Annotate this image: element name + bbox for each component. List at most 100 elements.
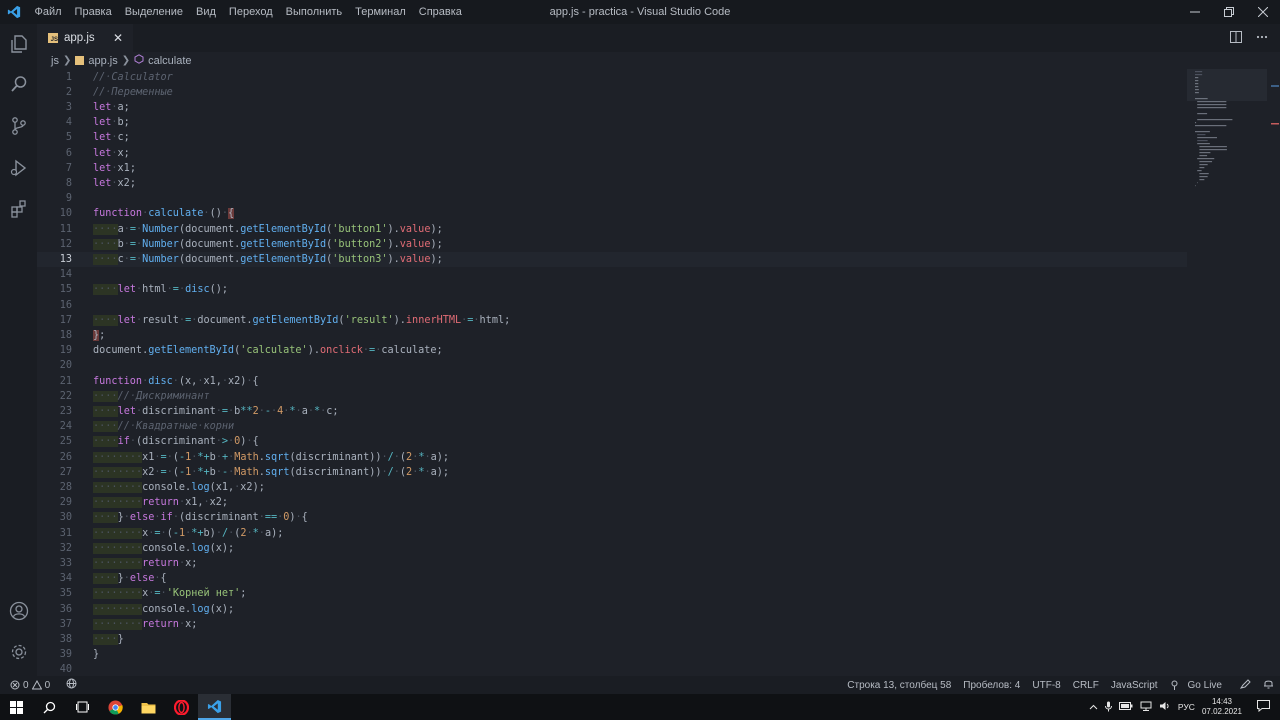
breadcrumb-symbol[interactable]: calculate	[148, 55, 191, 67]
menu-help[interactable]: Справка	[412, 6, 468, 18]
menu-view[interactable]: Вид	[190, 6, 223, 18]
explorer-icon[interactable]	[0, 24, 37, 64]
menu-file[interactable]: Файл	[28, 6, 68, 18]
settings-gear-icon[interactable]	[0, 632, 37, 672]
code-line[interactable]: 11 ····a·=·Number(document.getElementById…	[37, 222, 1187, 237]
code-line[interactable]: 1 //·Calculator	[37, 70, 1187, 85]
breadcrumb-folder[interactable]: js	[51, 55, 59, 67]
code-line[interactable]: 35 ········x·=·'Корней нет';	[37, 586, 1187, 601]
indentation[interactable]: Пробелов: 4	[957, 680, 1026, 691]
code-line[interactable]: 23 ····let·discriminant·=·b**2·-·4·*·a·*·…	[37, 404, 1187, 419]
code-line[interactable]: 8 let·x2;	[37, 176, 1187, 191]
code-line[interactable]: 9	[37, 191, 1187, 206]
source-control-icon[interactable]	[0, 106, 37, 146]
menu-run[interactable]: Выполнить	[279, 6, 348, 18]
code-line[interactable]: 33 ········return·x;	[37, 556, 1187, 571]
menu-go[interactable]: Переход	[222, 6, 279, 18]
code-line[interactable]: 34 ····}·else·{	[37, 571, 1187, 586]
code-text: ····}·else·{	[93, 573, 167, 585]
code-line[interactable]: 39}	[37, 647, 1187, 662]
code-line[interactable]: 30 ····}·else·if·(discriminant·==·0)·{	[37, 510, 1187, 525]
code-line[interactable]: 19 document.getElementById('calculate').o…	[37, 343, 1187, 358]
volume-icon[interactable]	[1159, 701, 1171, 713]
code-line[interactable]: 7 let·x1;	[37, 161, 1187, 176]
restore-button[interactable]	[1212, 0, 1246, 24]
code-line[interactable]: 13 ····c·=·Number(document.getElementById…	[37, 251, 1187, 268]
code-line[interactable]: 20	[37, 358, 1187, 373]
search-icon[interactable]	[0, 64, 37, 104]
line-number: 13	[59, 253, 72, 265]
chrome-icon[interactable]	[99, 694, 132, 720]
minimap[interactable]	[1187, 69, 1267, 194]
code-line[interactable]: 32 ········console.log(x);	[37, 541, 1187, 556]
split-editor-icon[interactable]	[1230, 30, 1242, 46]
clock[interactable]: 14:43 07.02.2021	[1202, 697, 1242, 717]
cursor-position[interactable]: Строка 13, столбец 58	[841, 680, 957, 691]
broadcast-icon[interactable]	[66, 678, 77, 692]
extensions-icon[interactable]	[0, 189, 37, 229]
menu-edit[interactable]: Правка	[68, 6, 118, 18]
menu-selection[interactable]: Выделение	[118, 6, 189, 18]
code-line[interactable]: 10 function·calculate·()·{	[37, 206, 1187, 221]
code-line[interactable]: 38 ····}	[37, 632, 1187, 647]
menu-terminal[interactable]: Терминал	[349, 6, 413, 18]
code-text: };	[93, 329, 106, 341]
network-icon[interactable]	[1140, 701, 1152, 713]
microphone-icon[interactable]	[1104, 701, 1112, 714]
feedback-icon[interactable]	[1234, 678, 1257, 692]
file-explorer-icon[interactable]	[132, 694, 165, 720]
opera-icon[interactable]	[165, 694, 198, 720]
battery-icon[interactable]	[1118, 702, 1133, 712]
code-line[interactable]: 21 function·disc·(x,·x1,·x2)·{	[37, 374, 1187, 389]
code-line[interactable]: 15 ····let·html·=·disc();	[37, 282, 1187, 297]
code-line[interactable]: 16	[37, 298, 1187, 313]
code-line[interactable]: 12 ····b·=·Number(document.getElementById…	[37, 237, 1187, 252]
code-line[interactable]: 14	[37, 267, 1187, 282]
code-line[interactable]: 26 ········x1·=·(-1·*+b·+·Math.sqrt(discr…	[37, 450, 1187, 465]
notification-center-icon[interactable]	[1257, 700, 1270, 714]
line-endings[interactable]: CRLF	[1067, 680, 1105, 691]
task-view-icon[interactable]	[66, 694, 99, 720]
minimize-button[interactable]	[1178, 0, 1212, 24]
code-line[interactable]: 37 ········return·x;	[37, 617, 1187, 632]
tab-app-js[interactable]: JS app.js ✕	[37, 24, 133, 52]
close-tab-icon[interactable]: ✕	[113, 31, 123, 45]
vscode-taskbar-icon[interactable]	[198, 694, 231, 720]
breadcrumb-file[interactable]: app.js	[88, 55, 117, 67]
code-editor[interactable]: 1 //·Calculator 2 //·Переменные 3 let·a; 4 let·…	[37, 69, 1187, 676]
language-mode[interactable]: JavaScript	[1105, 680, 1164, 691]
code-line[interactable]: 36 ········console.log(x);	[37, 602, 1187, 617]
code-line[interactable]: 28 ········console.log(x1,·x2);	[37, 480, 1187, 495]
code-line[interactable]: 27 ········x2·=·(-1·*+b·-·Math.sqrt(discr…	[37, 465, 1187, 480]
code-text: document.getElementById('calculate').onc…	[93, 345, 443, 357]
code-text: ····let·result·=·document.getElementById…	[93, 314, 511, 326]
editor-scrollbar[interactable]	[1270, 69, 1280, 676]
notifications-bell-icon[interactable]	[1257, 678, 1280, 692]
encoding[interactable]: UTF-8	[1026, 680, 1066, 691]
close-window-button[interactable]	[1246, 0, 1280, 24]
code-line[interactable]: 17 ····let·result·=·document.getElementBy…	[37, 313, 1187, 328]
input-language[interactable]: РУС	[1178, 702, 1195, 712]
code-line[interactable]: 4 let·b;	[37, 115, 1187, 130]
code-line[interactable]: 6 let·x;	[37, 146, 1187, 161]
account-icon[interactable]	[0, 591, 37, 631]
taskbar-search-icon[interactable]	[33, 694, 66, 720]
problems-indicator[interactable]: 0 0	[10, 680, 50, 691]
code-line[interactable]: 18};	[37, 328, 1187, 343]
chevron-up-icon[interactable]	[1089, 702, 1098, 712]
go-live-button[interactable]: Go Live	[1164, 680, 1234, 691]
code-line[interactable]: 5 let·c;	[37, 130, 1187, 145]
code-line[interactable]: 22 ····//·Дискриминант	[37, 389, 1187, 404]
code-line[interactable]: 29 ········return·x1,·x2;	[37, 495, 1187, 510]
code-line[interactable]: 31 ········x·=·(-1·*+b)·/·(2·*·a);	[37, 526, 1187, 541]
windows-start-icon[interactable]	[0, 694, 33, 720]
code-line[interactable]: 2 //·Переменные	[37, 85, 1187, 100]
code-line[interactable]: 24 ····//·Квадратные·корни	[37, 419, 1187, 434]
clock-time: 14:43	[1211, 697, 1232, 706]
warning-icon	[31, 680, 42, 690]
more-actions-icon[interactable]	[1256, 31, 1268, 46]
code-line[interactable]: 3 let·a;	[37, 100, 1187, 115]
run-debug-icon[interactable]	[0, 148, 37, 188]
code-line[interactable]: 25 ····if·(discriminant·>·0)·{	[37, 434, 1187, 449]
line-number: 16	[59, 299, 72, 311]
